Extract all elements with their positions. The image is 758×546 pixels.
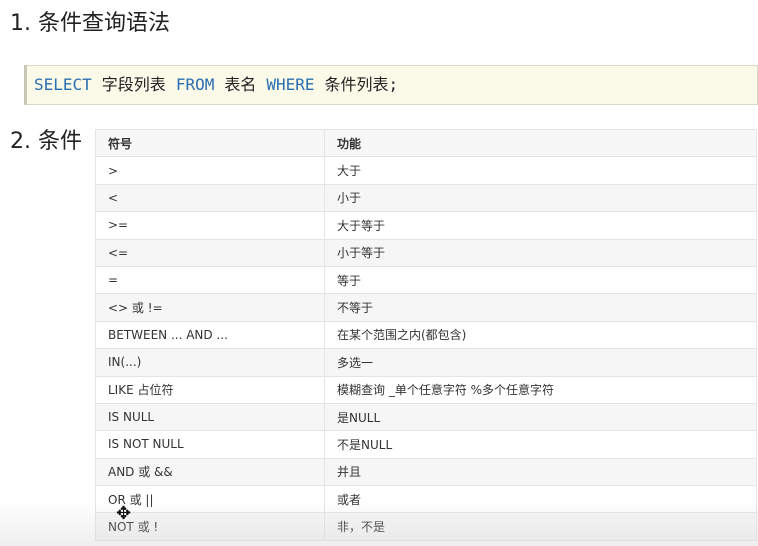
cell-symbol: < bbox=[95, 183, 325, 213]
cell-function: 是NULL bbox=[324, 402, 757, 432]
table-row: IN(...) 多选一 bbox=[95, 348, 757, 377]
table-row: IS NULL 是NULL bbox=[95, 402, 757, 432]
move-cursor-icon: ✥ bbox=[116, 503, 132, 524]
cell-function: 并且 bbox=[324, 457, 757, 487]
code-fields: 字段列表 bbox=[101, 75, 166, 94]
cell-function: 小于 bbox=[324, 183, 757, 213]
table-row: NOT 或 ! 非，不是 bbox=[95, 512, 757, 541]
table-row: AND 或 && 并且 bbox=[95, 457, 757, 487]
cell-symbol: IS NULL bbox=[95, 402, 325, 432]
cell-symbol: > bbox=[95, 156, 325, 185]
sql-code-block: SELECT 字段列表 FROM 表名 WHERE 条件列表; bbox=[24, 65, 758, 105]
cell-symbol: >= bbox=[95, 211, 325, 240]
keyword-select: SELECT bbox=[34, 75, 92, 94]
table-row: LIKE 占位符 模糊查询 _单个任意字符 %多个任意字符 bbox=[95, 375, 757, 404]
cell-symbol: <> 或 != bbox=[95, 293, 325, 322]
table-header-row: 符号 功能 bbox=[95, 128, 757, 158]
cell-function: 多选一 bbox=[324, 348, 757, 377]
code-table: 表名 bbox=[224, 75, 257, 94]
cell-function: 非，不是 bbox=[324, 512, 757, 541]
table-row: < 小于 bbox=[95, 183, 757, 213]
cell-function: 大于等于 bbox=[324, 211, 757, 240]
cell-function: 不是NULL bbox=[324, 430, 757, 459]
cell-function: 小于等于 bbox=[324, 238, 757, 267]
keyword-where: WHERE bbox=[266, 75, 315, 94]
cell-symbol: <= bbox=[95, 238, 325, 267]
cell-function: 在某个范围之内(都包含) bbox=[324, 320, 757, 350]
section-heading-conditions: 2. 条件 bbox=[10, 129, 82, 154]
cell-symbol: AND 或 && bbox=[95, 457, 325, 487]
cell-symbol: = bbox=[95, 265, 325, 295]
table-row: BETWEEN ... AND ... 在某个范围之内(都包含) bbox=[95, 320, 757, 350]
header-symbol: 符号 bbox=[95, 128, 325, 158]
table-row: IS NOT NULL 不是NULL bbox=[95, 430, 757, 459]
cell-function: 等于 bbox=[324, 265, 757, 295]
table-row: = 等于 bbox=[95, 265, 757, 295]
cell-function: 模糊查询 _单个任意字符 %多个任意字符 bbox=[324, 375, 757, 404]
table-row: > 大于 bbox=[95, 156, 757, 185]
table-row: <= 小于等于 bbox=[95, 238, 757, 267]
cell-function: 或者 bbox=[324, 485, 757, 514]
header-function: 功能 bbox=[324, 128, 757, 158]
table-row: >= 大于等于 bbox=[95, 211, 757, 240]
keyword-from: FROM bbox=[175, 75, 215, 94]
conditions-table: 符号 功能 > 大于 < 小于 >= 大于等于 <= 小于等于 = 等于 <> 或 != 不… bbox=[95, 128, 757, 541]
cell-symbol: BETWEEN ... AND ... bbox=[95, 320, 325, 350]
table-row: <> 或 != 不等于 bbox=[95, 293, 757, 322]
code-conditions: 条件列表; bbox=[324, 75, 399, 94]
cell-symbol: IN(...) bbox=[95, 348, 325, 377]
cell-function: 不等于 bbox=[324, 293, 757, 322]
cell-symbol: IS NOT NULL bbox=[95, 430, 325, 459]
table-row: OR 或 || 或者 bbox=[95, 485, 757, 514]
cell-function: 大于 bbox=[324, 156, 757, 185]
section-heading-syntax: 1. 条件查询语法 bbox=[10, 11, 170, 36]
cell-symbol: LIKE 占位符 bbox=[95, 375, 325, 404]
